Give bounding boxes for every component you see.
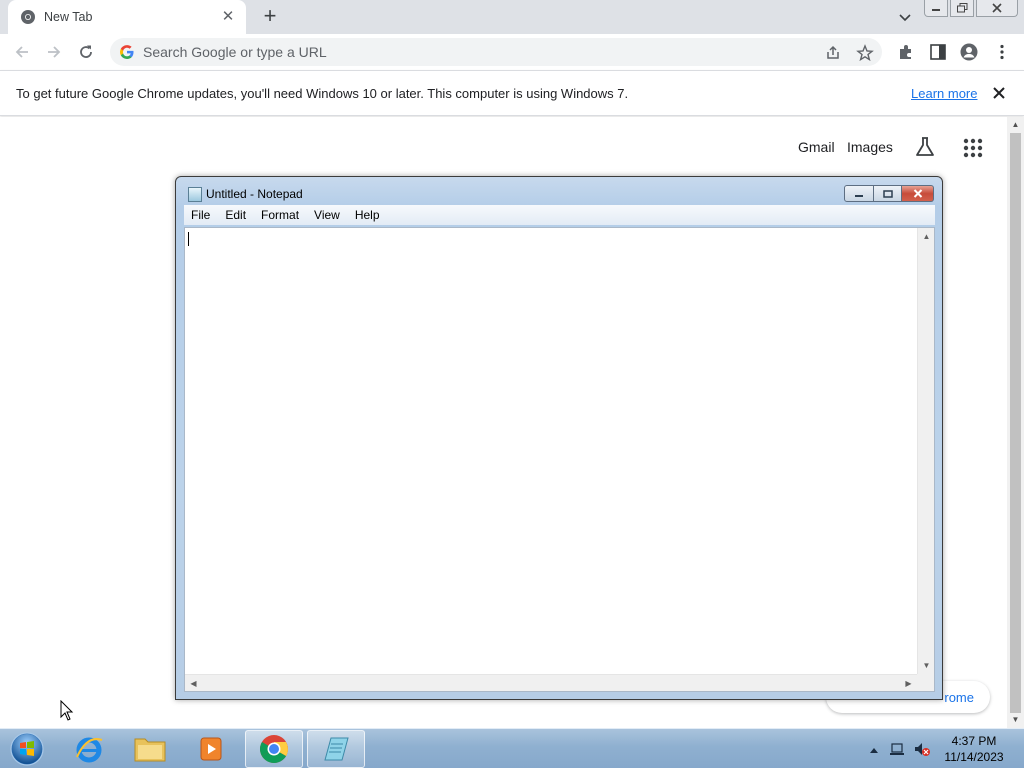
notepad-menubar: File Edit Format View Help [184,205,935,225]
internet-explorer-icon [76,737,103,763]
notepad-caption-buttons [844,185,934,202]
windows-explorer-icon [134,738,166,762]
close-icon [992,3,1002,13]
tab-strip: New Tab ✕ + [0,0,1024,34]
scroll-up-arrow-icon[interactable]: ▲ [1011,121,1020,129]
scroll-down-arrow-icon[interactable]: ▼ [922,661,931,670]
bookmark-star-icon[interactable] [856,44,874,62]
reload-icon [80,45,92,58]
network-icon [890,743,904,755]
google-g-icon [120,45,134,59]
chrome-menu-icon[interactable] [993,43,1011,61]
notepad-close-button[interactable] [902,185,934,202]
profile-avatar-icon[interactable] [960,43,978,61]
text-caret [188,232,189,246]
media-player-icon [200,737,222,761]
volume-muted-icon [915,743,930,756]
images-link[interactable]: Images [847,139,893,155]
google-apps-grid-icon[interactable] [963,138,983,158]
minimize-icon [855,194,863,197]
share-icon[interactable] [824,44,842,62]
notepad-minimize-button[interactable] [844,185,874,202]
clock-time: 4:37 PM [951,734,997,748]
notepad-horizontal-scrollbar[interactable]: ◀ ▶ [185,674,917,691]
update-infobar: To get future Google Chrome updates, you… [0,70,1024,116]
taskbar-clock[interactable]: 4:37 PM 11/14/2023 [938,733,1010,765]
scroll-left-arrow-icon[interactable]: ◀ [189,679,198,688]
resize-grip-icon[interactable] [917,674,934,691]
infobar-close-icon[interactable] [991,85,1007,101]
reload-button[interactable] [74,40,98,64]
show-hidden-icons-chevron-icon [870,748,878,753]
side-panel-icon[interactable] [929,43,947,61]
chrome-icon [260,735,288,763]
scrollbar-thumb[interactable] [1010,133,1021,713]
menu-format[interactable]: Format [261,208,299,222]
restore-button[interactable] [950,0,974,17]
extensions-puzzle-icon[interactable] [897,43,915,61]
minimize-icon [932,9,940,11]
infobar-message: To get future Google Chrome updates, you… [16,86,629,101]
close-window-button[interactable] [976,0,1018,17]
back-button[interactable] [10,40,34,64]
menu-help[interactable]: Help [355,208,380,222]
chrome-favicon-icon [21,10,35,24]
taskbar-windows-explorer[interactable] [121,730,179,768]
windows-start-orb-icon[interactable] [8,731,46,767]
menu-file[interactable]: File [191,208,210,222]
back-arrow-icon [15,46,28,58]
restore-icon [956,3,967,13]
taskbar-media-player[interactable] [182,730,240,768]
minimize-button[interactable] [924,0,948,17]
customize-chrome-label: rome [944,689,974,705]
close-icon [913,189,922,198]
address-input[interactable] [143,44,783,60]
gmail-link[interactable]: Gmail [798,139,835,155]
windows-taskbar: 4:37 PM 11/14/2023 [0,728,1024,768]
window-controls [922,0,1024,18]
page-scrollbar[interactable]: ▲ ▼ [1007,117,1024,728]
scroll-right-arrow-icon[interactable]: ▶ [904,679,913,688]
taskbar-notepad[interactable] [307,730,365,768]
notepad-text-area[interactable]: ▲ ▼ ◀ ▶ [184,227,935,692]
forward-arrow-icon [48,46,61,58]
tab-new-tab[interactable]: New Tab ✕ [8,0,246,34]
notepad-title-icon [188,187,202,202]
mouse-pointer-icon [60,700,74,721]
tab-title: New Tab [44,10,93,24]
taskbar-internet-explorer[interactable] [60,730,118,768]
clock-date: 11/14/2023 [944,750,1004,764]
scroll-up-arrow-icon[interactable]: ▲ [922,232,931,241]
omnibox[interactable] [110,38,882,66]
notepad-maximize-button[interactable] [874,185,902,202]
learn-more-link[interactable]: Learn more [911,86,977,101]
tab-search-chevron-icon[interactable] [896,8,914,26]
notepad-icon [324,737,349,761]
notepad-title: Untitled - Notepad [206,187,303,201]
maximize-icon [882,189,893,198]
scroll-down-arrow-icon[interactable]: ▼ [1011,716,1020,724]
tab-close-icon[interactable]: ✕ [220,9,236,25]
system-tray-icons[interactable] [866,739,936,759]
notepad-window: Untitled - Notepad File Edit Format View… [175,176,943,700]
labs-flask-icon[interactable] [913,135,937,159]
taskbar-chrome[interactable] [245,730,303,768]
menu-edit[interactable]: Edit [225,208,246,222]
browser-toolbar [0,34,1024,70]
notepad-vertical-scrollbar[interactable]: ▲ ▼ [917,228,934,674]
menu-view[interactable]: View [314,208,340,222]
forward-button[interactable] [42,40,66,64]
new-tab-button[interactable]: + [258,5,282,29]
